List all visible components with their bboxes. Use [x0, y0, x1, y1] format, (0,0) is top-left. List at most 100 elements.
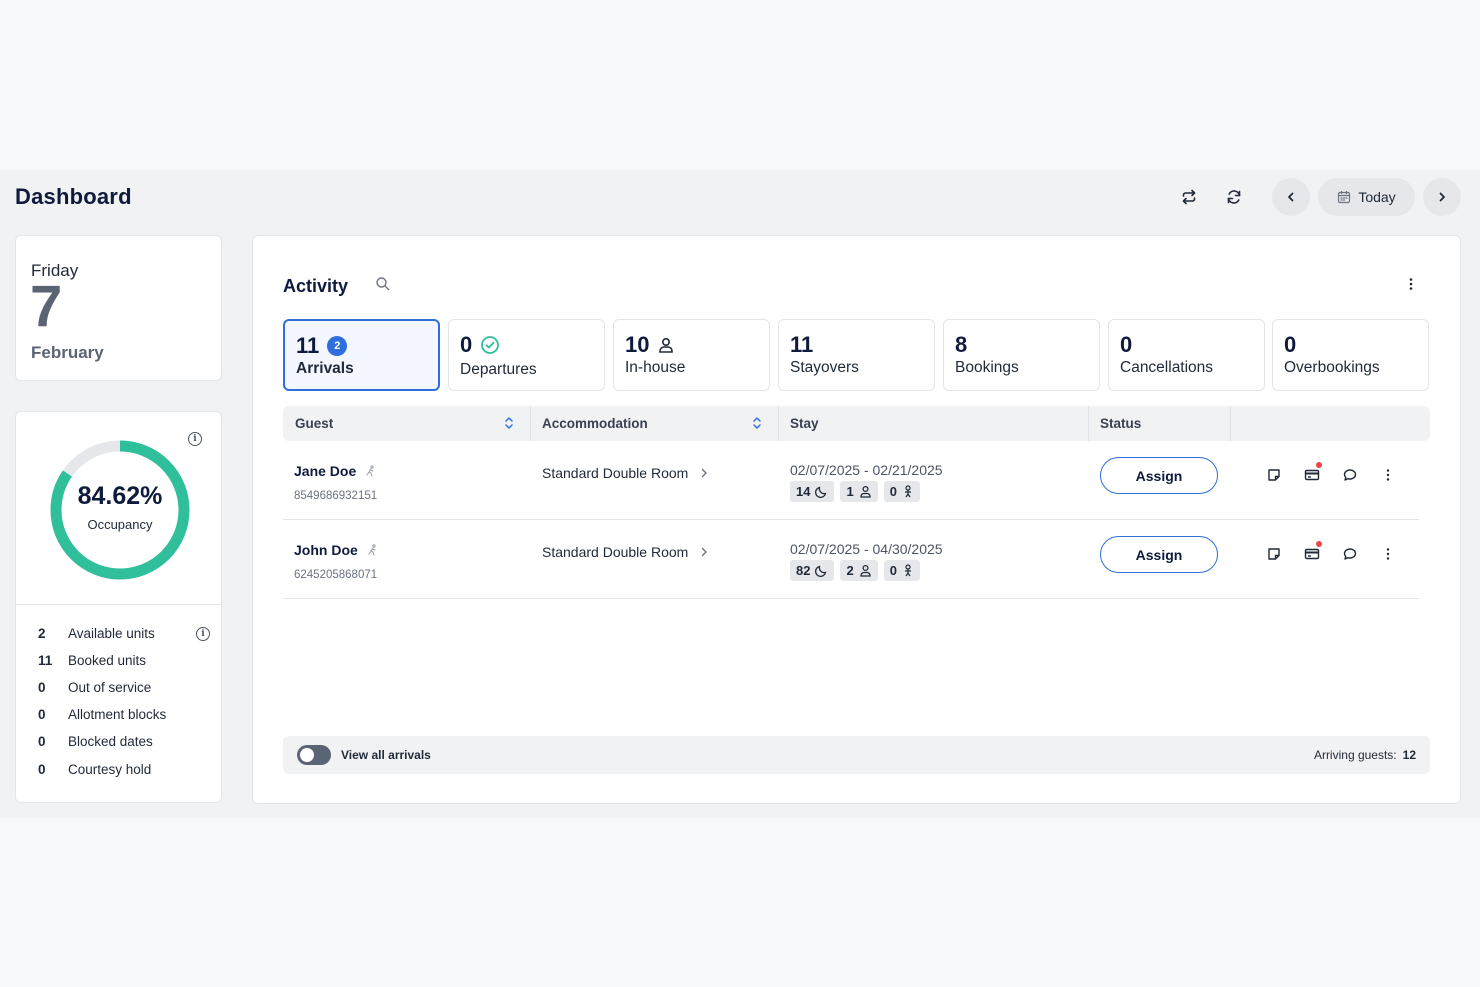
tile-count: 11: [296, 333, 320, 358]
note-button[interactable]: [1264, 465, 1284, 485]
table-header: Guest Accommodation Stay Status: [283, 406, 1430, 441]
tile-count: 0: [1284, 332, 1297, 357]
chat-icon: [1343, 469, 1357, 481]
stay-dates: 02/07/2025 - 02/21/2025: [790, 462, 943, 478]
more-vertical-icon: [1409, 278, 1413, 290]
accommodation-link[interactable]: Standard Double Room: [542, 465, 708, 481]
occupancy-card: i 84.62% Occupancy 2 Available units i 1…: [15, 411, 222, 803]
refresh-icon: [1227, 190, 1241, 204]
today-label: Today: [1358, 189, 1396, 205]
person-icon: [860, 485, 871, 498]
arriving-guests: Arriving guests: 12: [1314, 748, 1416, 762]
activity-more-button[interactable]: [1403, 276, 1419, 297]
tile-count: 0: [1120, 332, 1133, 357]
stat-count: 0: [38, 680, 46, 695]
guest-phone: 6245205868071: [294, 569, 378, 581]
previous-day-button[interactable]: [1272, 178, 1310, 216]
table-row[interactable]: Jane Doe 8549686932151 Standard Double R…: [283, 441, 1419, 520]
stat-label: Available units: [68, 626, 155, 641]
stay-chips: 82 2 0: [790, 560, 920, 581]
stat-count: 0: [38, 707, 46, 722]
payment-button[interactable]: [1302, 541, 1322, 564]
arrivals-badge: 2: [327, 336, 348, 356]
adults-count: 2: [846, 563, 854, 578]
table-row[interactable]: John Doe 6245205868071 Standard Double R…: [283, 520, 1419, 599]
children-chip: 0: [883, 560, 920, 581]
day-number: 7: [30, 274, 63, 339]
tile-count: 0: [460, 332, 473, 357]
moon-icon: [815, 565, 827, 577]
next-day-button[interactable]: [1423, 178, 1461, 216]
children-count: 0: [889, 484, 897, 499]
tile-label: Bookings: [955, 359, 1019, 376]
column-status: Status: [1100, 416, 1142, 431]
chat-icon: [1343, 548, 1357, 560]
search-icon: [376, 277, 390, 291]
sort-guest-button[interactable]: [504, 416, 514, 435]
table-footer: View all arrivals Arriving guests: 12: [283, 736, 1430, 774]
more-vertical-icon: [1386, 548, 1390, 560]
column-divider: [778, 406, 779, 441]
guest-phone: 8549686932151: [294, 490, 378, 502]
stay-chips: 14 1 0: [790, 481, 920, 502]
available-units-info-icon[interactable]: i: [196, 627, 210, 641]
tile-overbookings[interactable]: 0 Overbookings: [1272, 319, 1429, 391]
stat-label: Courtesy hold: [68, 762, 152, 777]
note-button[interactable]: [1264, 544, 1284, 564]
sort-icon: [753, 417, 761, 429]
notification-dot: [1316, 541, 1322, 547]
tile-arrivals[interactable]: 11 2 Arrivals: [283, 319, 440, 391]
tile-stayovers[interactable]: 11 Stayovers: [778, 319, 935, 391]
tile-bookings[interactable]: 8 Bookings: [943, 319, 1100, 391]
stat-count: 0: [38, 762, 46, 777]
guest-name[interactable]: John Doe: [294, 542, 378, 558]
chevron-right-icon: [702, 547, 708, 557]
accommodation-link[interactable]: Standard Double Room: [542, 544, 708, 560]
children-chip: 0: [883, 481, 920, 502]
walking-guest-icon: [368, 544, 376, 556]
column-divider: [1230, 406, 1231, 441]
stat-label: Allotment blocks: [68, 707, 167, 722]
accommodation-name: Standard Double Room: [542, 465, 689, 481]
column-guest: Guest: [295, 416, 334, 431]
guest-name[interactable]: Jane Doe: [294, 463, 376, 479]
tile-label: Overbookings: [1284, 359, 1380, 376]
column-accommodation: Accommodation: [542, 416, 648, 431]
row-more-button[interactable]: [1378, 544, 1398, 564]
activity-title: Activity: [283, 276, 349, 296]
chevron-right-icon: [702, 468, 708, 478]
adults-chip: 1: [840, 481, 878, 502]
assign-button[interactable]: Assign: [1100, 536, 1218, 573]
today-button[interactable]: Today: [1318, 178, 1415, 216]
tile-departures[interactable]: 0 Departures: [448, 319, 605, 391]
sync-button[interactable]: [1174, 182, 1204, 212]
activity-search-button[interactable]: [375, 276, 390, 296]
credit-card-icon: [1304, 469, 1320, 481]
tile-label: Cancellations: [1120, 359, 1214, 376]
message-button[interactable]: [1340, 465, 1360, 485]
chevron-left-icon: [1288, 192, 1294, 202]
tile-label: Arrivals: [296, 360, 354, 377]
payment-button[interactable]: [1302, 462, 1322, 485]
nights-count: 82: [796, 563, 811, 578]
stat-count: 0: [38, 734, 46, 749]
calendar-icon: [1338, 191, 1351, 204]
column-divider: [1088, 406, 1089, 441]
row-more-button[interactable]: [1378, 465, 1398, 485]
view-all-arrivals-toggle[interactable]: [297, 745, 331, 765]
assign-button[interactable]: Assign: [1100, 457, 1218, 494]
refresh-button[interactable]: [1219, 182, 1249, 212]
sort-icon: [505, 417, 513, 429]
tile-label: In-house: [625, 359, 686, 376]
tile-cancellations[interactable]: 0 Cancellations: [1108, 319, 1265, 391]
stat-courtesy-hold: 0 Courtesy hold: [38, 762, 151, 777]
child-icon: [904, 485, 911, 498]
adults-count: 1: [846, 484, 854, 499]
divider: [16, 604, 221, 605]
tile-in-house[interactable]: 10 In-house: [613, 319, 770, 391]
dashboard-app: Dashboard Today Friday 7 February i 84.6…: [0, 170, 1480, 818]
sort-accommodation-button[interactable]: [752, 416, 762, 435]
stay-dates: 02/07/2025 - 04/30/2025: [790, 541, 943, 557]
message-button[interactable]: [1340, 544, 1360, 564]
arriving-guests-label: Arriving guests:: [1313, 748, 1397, 762]
